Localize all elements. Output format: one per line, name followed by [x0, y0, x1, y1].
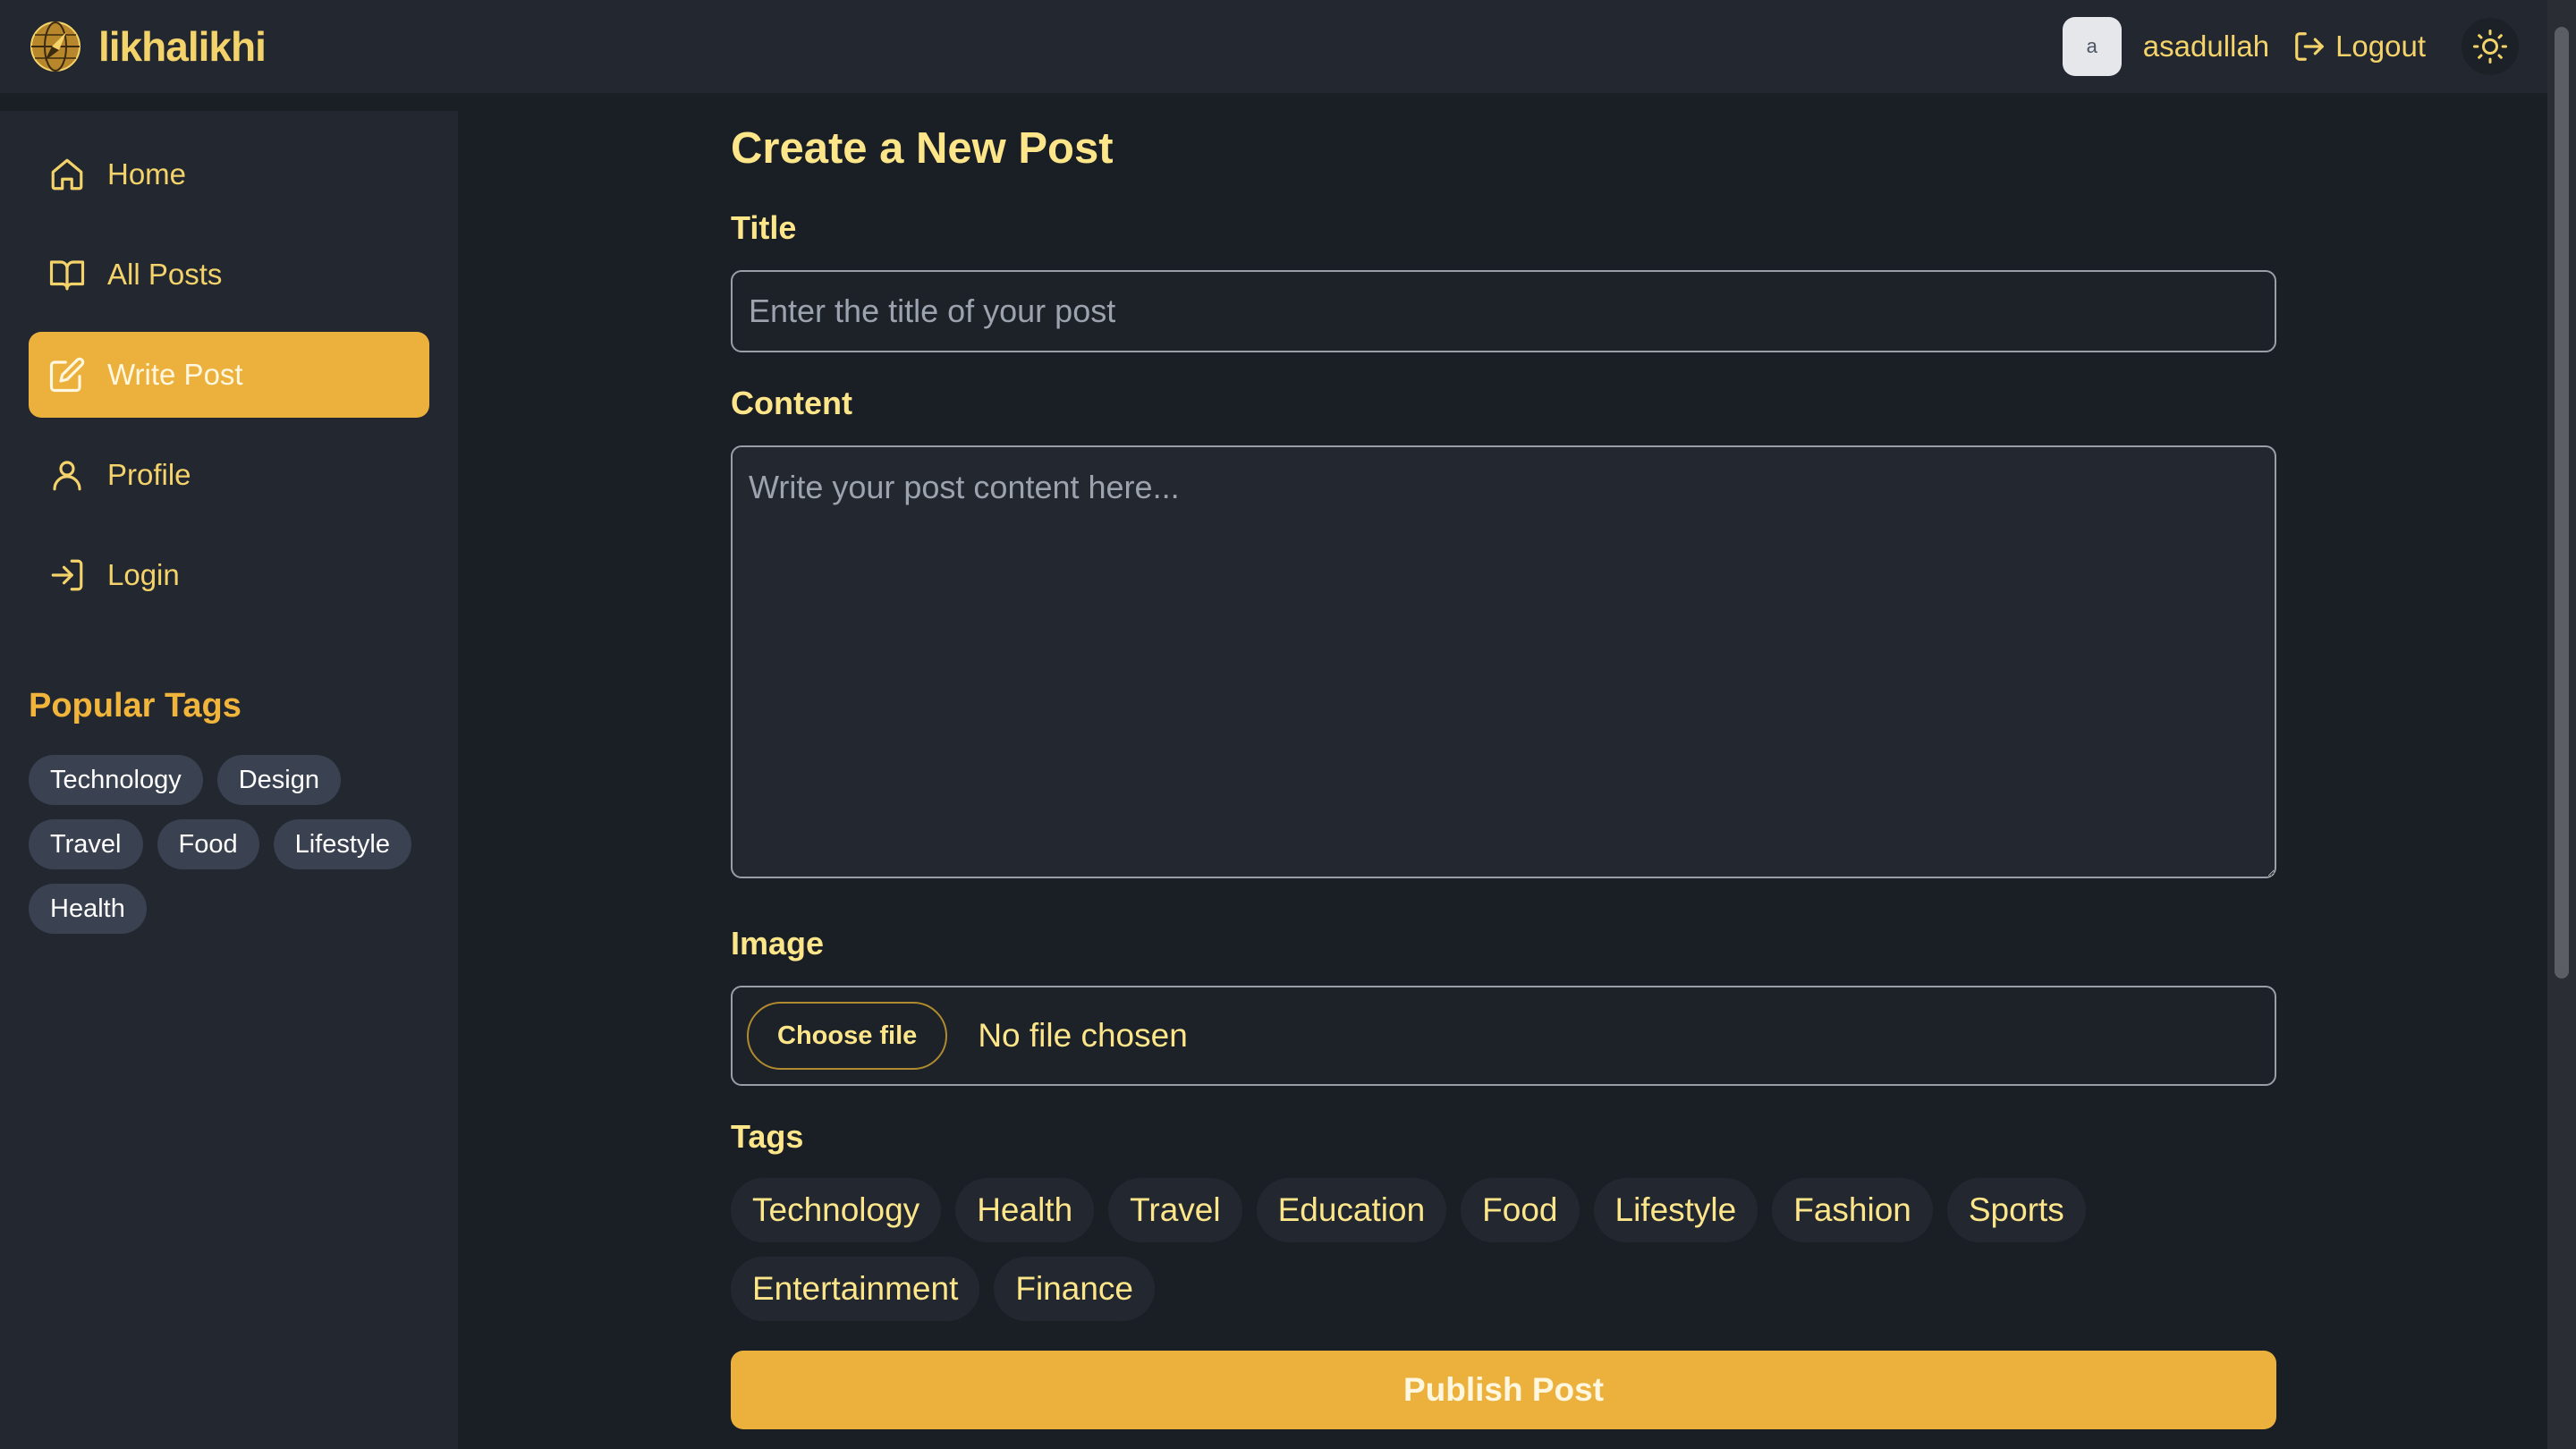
compass-globe-icon	[30, 21, 80, 72]
popular-tag[interactable]: Food	[157, 819, 259, 869]
logout-button[interactable]: Logout	[2292, 30, 2426, 64]
user-icon	[53, 461, 81, 491]
scrollbar-thumb[interactable]	[2555, 27, 2569, 979]
sidebar-item-all-posts[interactable]: All Posts	[29, 232, 429, 318]
book-open-icon	[49, 260, 85, 291]
title-label: Title	[731, 209, 797, 246]
content-label: Content	[731, 385, 852, 421]
choose-file-button[interactable]: Choose file	[747, 1002, 948, 1070]
popular-tags-list: Technology Design Travel Food Lifestyle …	[29, 755, 440, 934]
tag-option[interactable]: Sports	[1946, 1178, 2086, 1242]
tag-option[interactable]: Technology	[731, 1178, 942, 1242]
user-controls: a asadullah Logout	[2062, 17, 2519, 76]
logout-icon	[2295, 32, 2324, 61]
sidebar-nav: Home All Posts Write Post Profile Login	[29, 131, 429, 632]
sidebar-item-label: Login	[107, 558, 180, 591]
home-icon	[51, 158, 83, 191]
page-title: Create a New Post	[731, 124, 1114, 173]
sidebar-item-label: Home	[107, 157, 187, 191]
tag-option[interactable]: Lifestyle	[1593, 1178, 1758, 1242]
tag-option[interactable]: Education	[1256, 1178, 1447, 1242]
sidebar-item-login[interactable]: Login	[29, 532, 429, 618]
brand-name: likhalikhi	[98, 23, 267, 70]
sidebar-item-write-post[interactable]: Write Post	[29, 332, 429, 418]
edit-icon	[49, 357, 85, 393]
tag-option[interactable]: Health	[955, 1178, 1095, 1242]
theme-toggle-button[interactable]	[2462, 18, 2519, 75]
brand[interactable]: likhalikhi	[29, 20, 267, 73]
page-scrollbar[interactable]	[2547, 0, 2576, 1449]
sidebar-item-label: All Posts	[107, 258, 223, 291]
sun-icon	[2473, 30, 2507, 64]
tag-option[interactable]: Entertainment	[731, 1257, 980, 1321]
tag-option[interactable]: Travel	[1108, 1178, 1242, 1242]
tag-option[interactable]: Food	[1461, 1178, 1580, 1242]
tag-option[interactable]: Finance	[994, 1257, 1155, 1321]
tag-option[interactable]: Fashion	[1772, 1178, 1933, 1242]
publish-post-button[interactable]: Publish Post	[731, 1351, 2276, 1429]
top-navbar: likhalikhi a asadullah Logout	[0, 0, 2547, 95]
title-input[interactable]	[731, 270, 2276, 352]
sidebar-item-home[interactable]: Home	[29, 131, 429, 217]
popular-tag[interactable]: Design	[216, 755, 341, 805]
popular-tag[interactable]: Travel	[29, 819, 143, 869]
sidebar-item-profile[interactable]: Profile	[29, 432, 429, 518]
sidebar-item-label: Write Post	[107, 358, 243, 391]
popular-tag[interactable]: Health	[29, 884, 147, 934]
logout-label: Logout	[2335, 30, 2426, 63]
popular-tag[interactable]: Lifestyle	[273, 819, 411, 869]
login-icon	[51, 559, 83, 591]
popular-tag[interactable]: Technology	[29, 755, 203, 805]
tag-selector: Technology Health Travel Education Food …	[731, 1178, 2162, 1321]
username[interactable]: asadullah	[2143, 30, 2269, 64]
tags-label: Tags	[731, 1118, 804, 1155]
popular-tags-title: Popular Tags	[29, 687, 242, 724]
image-label: Image	[731, 925, 825, 962]
image-file-input[interactable]: Choose file No file chosen	[731, 986, 2276, 1086]
file-status-text: No file chosen	[978, 1017, 1188, 1054]
sidebar-item-label: Profile	[107, 458, 191, 491]
sidebar: Home All Posts Write Post Profile Login …	[0, 111, 458, 1449]
content-textarea[interactable]	[731, 445, 2276, 878]
avatar[interactable]: a	[2062, 17, 2122, 76]
